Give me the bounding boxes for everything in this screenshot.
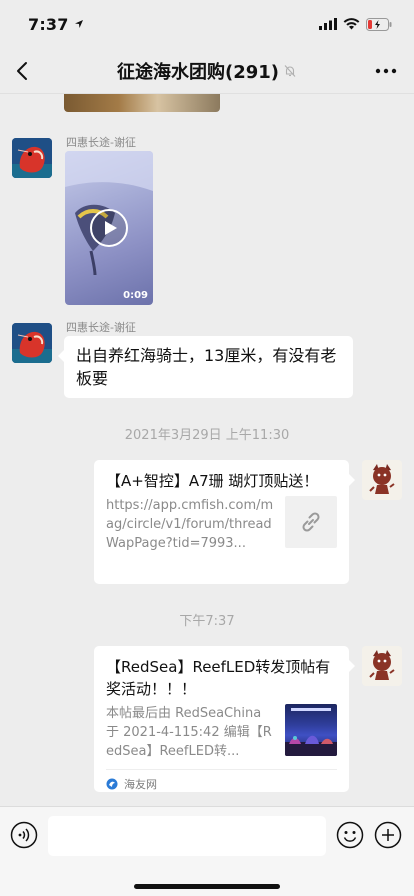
status-indicators (319, 17, 392, 31)
text-message-bubble[interactable]: 出自养红海骑士，13厘米，有没有老板要 (58, 336, 353, 398)
avatar-cartoon-image (362, 646, 402, 686)
link-card-title: 【A+智控】A7珊 瑚灯顶贴送！ (106, 472, 319, 490)
link-card[interactable]: 【RedSea】ReefLED转发顶帖有奖活动！！！ 本帖最后由 RedSeaC… (94, 646, 355, 792)
location-arrow-icon (74, 20, 83, 28)
chat-title-group: 征途海水团购(291) (117, 58, 297, 84)
message-timestamp: 下午7:37 (179, 614, 235, 629)
muted-bell-icon (284, 64, 296, 77)
avatar[interactable] (362, 460, 402, 500)
link-card-summary: 本帖最后由 RedSeaChina 于 2021-4-115:42 编辑【Red… (106, 706, 272, 759)
link-card-title: 【RedSea】ReefLED转发顶帖有奖活动！！！ (106, 658, 331, 698)
emoji-icon[interactable] (336, 821, 364, 849)
message-timestamp: 2021年3月29日 上午11:30 (124, 428, 290, 443)
link-card-source-name: 海友网 (124, 778, 157, 791)
chat-input-bar (0, 806, 414, 896)
battery-low-charging-icon (366, 17, 392, 31)
avatar-shrimp-image (12, 138, 52, 178)
chat-message-list[interactable]: 四惠长途-谢征 0:09 四惠长途-谢征 出自养红海骑士，13厘米，有没有老板要… (0, 94, 414, 806)
link-thumbnail (285, 704, 337, 756)
avatar-cartoon-image (362, 460, 402, 500)
video-message[interactable]: 0:09 (65, 151, 153, 305)
back-arrow-icon[interactable] (10, 57, 38, 85)
link-card-body: 本帖最后由 RedSeaChina 于 2021-4-115:42 编辑【Red… (106, 704, 337, 761)
cellular-signal-icon (319, 18, 337, 30)
status-time-group: 7:37 (28, 15, 84, 34)
wifi-icon (343, 18, 360, 30)
link-thumbnail (285, 496, 337, 548)
previous-image-message[interactable] (64, 94, 220, 112)
avatar[interactable] (362, 646, 402, 686)
voice-input-icon[interactable] (10, 821, 38, 849)
sender-name: 四惠长途-谢征 (66, 136, 136, 149)
home-indicator[interactable] (134, 884, 280, 889)
link-icon (302, 512, 320, 532)
video-duration: 0:09 (123, 290, 148, 301)
status-bar: 7:37 (0, 0, 414, 48)
avatar-shrimp-image (12, 323, 52, 363)
aquarium-image (285, 708, 337, 756)
link-card-source: 海友网 (106, 769, 337, 792)
link-card-body: https://app.cmfish.com/mag/circle/v1/for… (106, 496, 337, 553)
message-input[interactable] (48, 816, 326, 856)
site-logo-icon (106, 778, 118, 790)
chat-title: 征途海水团购(291) (116, 61, 280, 83)
link-card-url: https://app.cmfish.com/mag/circle/v1/for… (106, 498, 274, 551)
link-card[interactable]: 【A+智控】A7珊 瑚灯顶贴送！ https://app.cmfish.com/… (94, 460, 355, 584)
sender-name: 四惠长途-谢征 (66, 321, 136, 334)
avatar[interactable] (12, 323, 52, 363)
more-options-icon[interactable] (374, 60, 398, 82)
chat-header: 征途海水团购(291) (0, 48, 414, 94)
play-icon[interactable] (89, 208, 129, 248)
plus-icon[interactable] (374, 821, 402, 849)
status-time: 7:37 (28, 14, 69, 34)
avatar[interactable] (12, 138, 52, 178)
